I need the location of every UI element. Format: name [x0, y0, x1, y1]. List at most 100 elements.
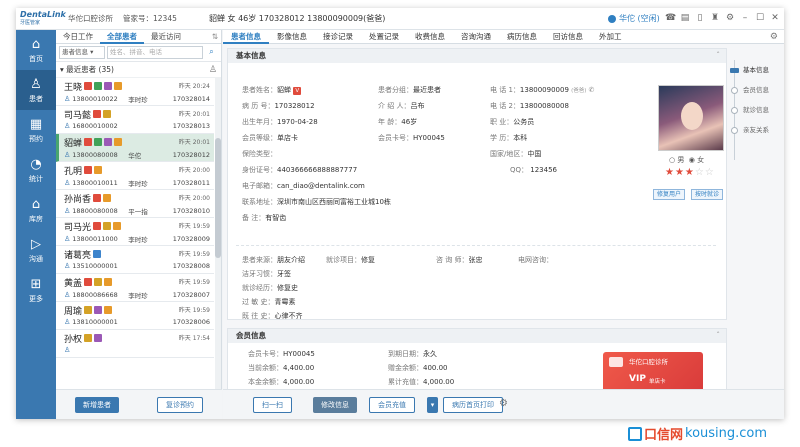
nav-warehouse[interactable]: ⌂ 库房	[16, 190, 56, 230]
logo-subtext: 牙医管家	[20, 19, 41, 26]
revisit-appointment-button[interactable]: 复诊预约	[157, 396, 203, 413]
search-type-select[interactable]: 患者信息 ▾	[59, 46, 105, 59]
tab-imaging[interactable]: 影像信息	[269, 30, 315, 44]
user-icon: ♙	[64, 151, 71, 159]
tab-consultation[interactable]: 咨询沟通	[453, 30, 499, 44]
list-item[interactable]: 司马懿 昨天 20:01 ♙ 16800010002 170328013	[56, 106, 214, 134]
label: 身份证号：	[242, 166, 277, 174]
gear-icon[interactable]: ⚙	[499, 398, 508, 409]
tab-all-patients[interactable]: 全部患者	[100, 30, 144, 44]
list-item[interactable]: 孔明 昨天 20:00 ♙ 13800010011 李时珍 170328011	[56, 162, 214, 190]
patient-id: 170328011	[172, 179, 210, 187]
play-icon: ▷	[31, 236, 41, 252]
close-icon[interactable]: ✕	[770, 12, 780, 24]
section-nav-relations[interactable]: 亲友关系	[729, 120, 783, 140]
patient-meta: ♙ 18800086668 李时珍 170328007	[64, 290, 210, 300]
patient-list-scrollbar[interactable]	[215, 78, 221, 389]
tag-on-time[interactable]: 按时就诊	[691, 189, 724, 200]
mobile-icon[interactable]: ▯	[695, 12, 705, 24]
patient-photo[interactable]	[658, 85, 724, 151]
edit-info-button[interactable]: 修改信息	[313, 397, 357, 413]
maximize-icon[interactable]: ☐	[755, 12, 765, 24]
print-icon[interactable]: ▤	[680, 12, 690, 24]
label: 就诊经历：	[242, 284, 277, 292]
rating-stars[interactable]: ★★★☆☆	[665, 167, 715, 178]
collapse-icon[interactable]: ˆ	[716, 329, 720, 343]
tab-visit-records[interactable]: 接诊记录	[315, 30, 361, 44]
scan-button[interactable]: 扫一扫	[253, 397, 292, 413]
member-recharge-button[interactable]: 会员充值	[369, 397, 415, 413]
gift-icon[interactable]: ♜	[710, 12, 720, 24]
field-expire: 到期日期：永久	[388, 349, 437, 359]
minimize-icon[interactable]: –	[740, 12, 750, 24]
recent-group-header[interactable]: ▾ 最近患者 (35) ♙	[56, 62, 221, 78]
add-patient-button[interactable]: 新增患者	[75, 396, 119, 413]
nav-label: 患者	[29, 94, 43, 103]
search-input[interactable]: 姓名、拼音、电话	[107, 46, 203, 59]
phone-icon[interactable]: ☎	[665, 12, 676, 24]
chevron-down-icon[interactable]: ▾	[427, 397, 438, 413]
print-record-button[interactable]: 病历首页打印	[443, 397, 503, 413]
patient-id: 170328010	[172, 207, 210, 215]
field-member-card: 会员卡号：HY00045	[378, 133, 445, 143]
nav-patients[interactable]: ♙ 患者	[16, 70, 56, 110]
doctor-status[interactable]: 华佗 (空闲)	[608, 13, 660, 24]
patient-name: 孙权	[64, 334, 83, 345]
nav-label: 预约	[29, 134, 43, 143]
gender-female-option[interactable]: ◉ 女	[689, 156, 704, 164]
tag-restoration-user[interactable]: 修复用户	[653, 189, 686, 200]
tab-treatment-records[interactable]: 处置记录	[361, 30, 407, 44]
nav-more[interactable]: ⊞ 更多	[16, 270, 56, 310]
list-item[interactable]: 王晓 昨天 20:24 ♙ 13800010022 李时珍 170328014	[56, 78, 214, 106]
section-dot	[731, 127, 738, 134]
watermark-logo-icon	[628, 426, 642, 441]
label: 出生年月：	[242, 118, 277, 126]
tab-followup[interactable]: 回访信息	[545, 30, 591, 44]
list-item[interactable]: 诸葛亮 昨天 19:59 ♙ 13510000001 170328008	[56, 246, 214, 274]
tab-billing[interactable]: 收费信息	[407, 30, 453, 44]
list-item[interactable]: 黄盖 昨天 19:59 ♙ 18800086668 李时珍 170328007	[56, 274, 214, 302]
nav-statistics[interactable]: ◔ 统计	[16, 150, 56, 190]
tag-badge-icon	[84, 306, 93, 314]
collapse-icon[interactable]: ˆ	[716, 49, 720, 63]
section-nav-basic[interactable]: 基本信息	[729, 60, 783, 80]
clinic-name: 华佗口腔诊所	[68, 14, 113, 23]
tag-badge-icon	[94, 138, 103, 146]
settings-icon[interactable]: ⚙	[725, 12, 735, 24]
gender-selector[interactable]: ○ 男 ◉ 女	[669, 155, 704, 165]
tab-today-work[interactable]: 今日工作	[56, 30, 100, 44]
tab-patient-info[interactable]: 患者信息	[223, 30, 269, 44]
section-nav-visit[interactable]: 就诊信息	[729, 100, 783, 120]
scrollbar-thumb[interactable]	[215, 138, 221, 258]
nav-communication[interactable]: ▷ 沟通	[16, 230, 56, 270]
tab-recent-visits[interactable]: 最近访问	[144, 30, 188, 44]
nav-label: 统计	[29, 174, 43, 183]
field-note: 备 注：有智齿	[242, 213, 286, 223]
phone-icon[interactable]: ✆	[589, 86, 595, 94]
patient-phone: 18800086668	[72, 291, 118, 299]
list-item[interactable]: 孙尚香 昨天 20:00 ♙ 18800080008 平一指 170328010	[56, 190, 214, 218]
member-level: 单店卡	[277, 134, 298, 142]
tag-badge-icon	[94, 334, 103, 342]
tag-badge-icon	[93, 110, 102, 118]
occupation: 公务员	[513, 118, 535, 126]
nav-home[interactable]: ⌂ 首页	[16, 30, 56, 70]
list-item[interactable]: 孙权 昨天 17:54 ♙	[56, 330, 214, 358]
section-nav-member[interactable]: 会员信息	[729, 80, 783, 100]
patient-meta: ♙	[64, 346, 210, 354]
gender-male-option[interactable]: ○ 男	[669, 156, 684, 164]
list-item[interactable]: 司马光 昨天 19:59 ♙ 13800011000 李时珍 170328009	[56, 218, 214, 246]
gear-icon[interactable]: ⚙	[770, 32, 778, 42]
tab-medical-records[interactable]: 病历信息	[499, 30, 545, 44]
add-user-icon[interactable]: ♙	[209, 65, 217, 75]
field-occupation: 职 业：公务员	[490, 117, 534, 127]
list-item[interactable]: 貂蝉 昨天 20:01 ♙ 13800080008 华佗 170328012	[56, 134, 214, 162]
sort-icon[interactable]: ⇅	[212, 32, 218, 41]
search-icon[interactable]: ⌕	[205, 46, 218, 59]
label: 电 话 1：	[490, 86, 520, 94]
nav-appointments[interactable]: ▦ 预约	[16, 110, 56, 150]
list-item[interactable]: 周瑜 昨天 19:59 ♙ 13810000001 170328006	[56, 302, 214, 330]
search-type-value: 患者信息	[62, 48, 88, 56]
tab-external-lab[interactable]: 外加工	[591, 30, 630, 44]
clinic-logo-icon	[609, 357, 623, 367]
